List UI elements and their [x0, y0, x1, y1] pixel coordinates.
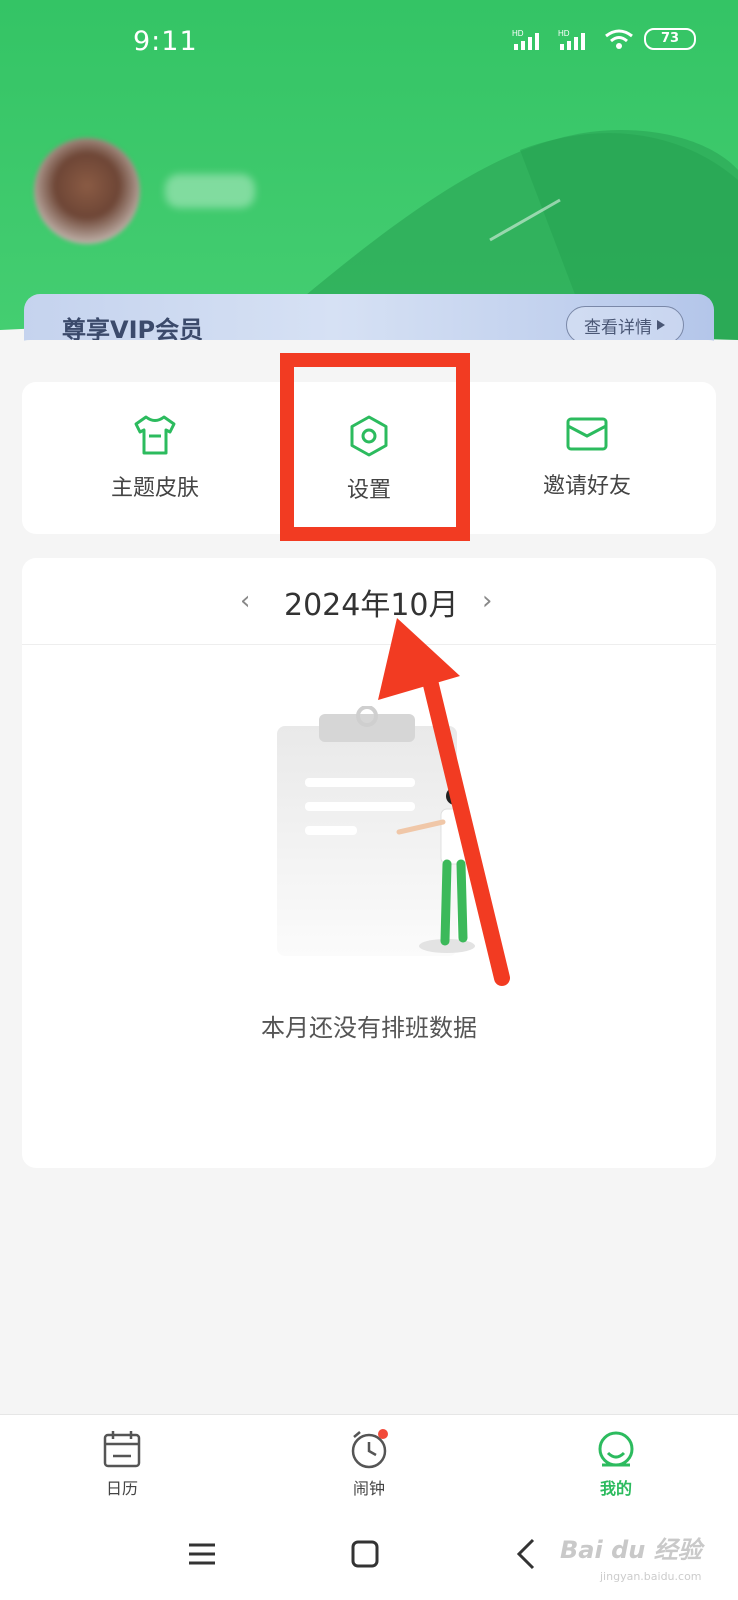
baidu-watermark: Bai du 经验 [560, 1536, 702, 1564]
vip-details-button[interactable]: 查看详情 [566, 306, 684, 344]
next-month-button[interactable]: › [482, 586, 492, 616]
grid-item-theme-skin[interactable]: 主题皮肤 [40, 382, 270, 534]
shirt-icon [134, 415, 176, 455]
status-bar: 9:11 HD HD 73 [0, 0, 738, 80]
calendar-card: ‹ 2024年10月 › 本月还没有排班数据 [22, 558, 716, 1168]
battery-indicator: 73 [644, 28, 696, 50]
wifi-icon [605, 29, 633, 49]
empty-clipboard-illustration [277, 706, 475, 956]
nav-label-calendar: 日历 [105, 1479, 138, 1498]
avatar[interactable] [34, 138, 140, 244]
nav-tab-calendar[interactable]: 日历 [62, 1429, 182, 1499]
back-chevron-icon[interactable] [516, 1538, 536, 1570]
play-arrow-icon [657, 320, 665, 330]
signal-icon-2: HD [558, 29, 585, 50]
nav-tab-alarm[interactable]: 闹钟 [309, 1429, 429, 1499]
signal-icon: HD [512, 29, 539, 50]
empty-state-text: 本月还没有排班数据 [261, 1014, 477, 1042]
svg-text:HD: HD [512, 29, 524, 38]
username-blurred[interactable] [165, 174, 255, 208]
alarm-clock-icon [351, 1429, 388, 1469]
prev-month-button[interactable]: ‹ [240, 586, 250, 616]
grid-item-invite-friends[interactable]: 邀请好友 [472, 382, 702, 534]
baidu-watermark-url: jingyan.baidu.com [600, 1570, 702, 1583]
profile-icon [598, 1431, 634, 1467]
vip-details-label: 查看详情 [584, 317, 652, 338]
nav-label-profile: 我的 [599, 1479, 632, 1498]
nav-tab-profile[interactable]: 我的 [556, 1429, 676, 1499]
month-label: 2024年10月 [284, 588, 459, 623]
bottom-navigation: 日历 闹钟 我的 [0, 1414, 738, 1515]
status-icons: HD HD 73 [512, 28, 696, 50]
menu-icon[interactable] [188, 1542, 216, 1566]
envelope-icon [566, 417, 608, 451]
grid-label-invite-friends: 邀请好友 [542, 474, 631, 499]
calendar-icon [103, 1431, 141, 1468]
svg-text:HD: HD [558, 29, 570, 38]
grid-label-theme-skin: 主题皮肤 [110, 476, 199, 501]
home-square-icon[interactable] [351, 1540, 379, 1568]
calendar-header: ‹ 2024年10月 › [22, 558, 716, 645]
nav-label-alarm: 闹钟 [352, 1479, 385, 1498]
annotation-highlight-box [280, 353, 470, 541]
status-time: 9:11 [133, 26, 198, 57]
